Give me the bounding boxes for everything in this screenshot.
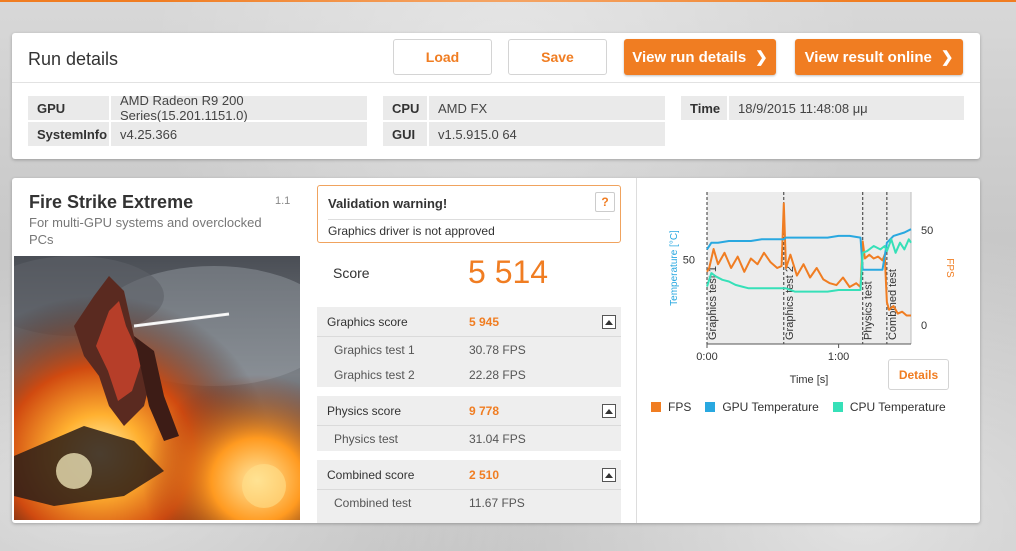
sysinfo-label-cell: SystemInfo xyxy=(28,122,109,146)
test-version: 1.1 xyxy=(275,195,291,207)
section-label: Physics test xyxy=(863,281,875,340)
gpu-label: GPU xyxy=(37,100,66,116)
gui-value: v1.5.915.0 64 xyxy=(438,126,517,142)
graphics-test-2-value: 22.28 FPS xyxy=(469,368,526,382)
chevron-right-icon: ❯ xyxy=(755,49,768,66)
x-axis-label: Time [s] xyxy=(790,374,829,386)
list-item: Graphics test 2 22.28 FPS xyxy=(317,362,621,387)
monitoring-chart-area: Graphics test 1 Graphics test 2 Physics te… xyxy=(636,178,980,523)
artwork-illustration xyxy=(14,256,300,520)
physics-score-section: Physics score 9 778 Physics test 31.04 F… xyxy=(317,396,621,451)
score-box: Score 5 514 xyxy=(317,250,621,298)
sysinfo-value-cell: v4.25.366 xyxy=(111,122,367,146)
validation-warning-box: Validation warning! ? Graphics driver is… xyxy=(317,185,621,243)
load-button[interactable]: Load xyxy=(393,39,492,75)
graphics-score-header: Graphics score 5 945 xyxy=(317,307,621,337)
test-name: Fire Strike Extreme xyxy=(29,192,194,212)
run-details-title: Run details xyxy=(28,49,119,69)
validation-message: Graphics driver is not approved xyxy=(328,224,495,238)
gpu-label-cell: GPU xyxy=(28,96,109,120)
collapse-graphics-button[interactable] xyxy=(602,315,616,329)
list-item: Physics test 31.04 FPS xyxy=(317,426,621,451)
cpu-temperature-swatch xyxy=(832,402,843,412)
section-label: Combined test xyxy=(887,269,899,340)
graphics-score-label: Graphics score xyxy=(327,315,408,329)
view-result-online-button[interactable]: View result online ❯ xyxy=(795,39,963,75)
graphics-test-2-label: Graphics test 2 xyxy=(334,368,415,382)
time-label: Time xyxy=(690,100,721,116)
save-button[interactable]: Save xyxy=(508,39,607,75)
gui-value-cell: v1.5.915.0 64 xyxy=(429,122,665,146)
gpu-value-cell: AMD Radeon R9 200 Series(15.201.1151.0) xyxy=(111,93,367,123)
gpu-temperature-swatch xyxy=(705,402,716,412)
test-artwork-image xyxy=(14,256,300,520)
graphics-test-1-label: Graphics test 1 xyxy=(334,343,415,357)
list-item: Combined test 11.67 FPS xyxy=(317,490,621,515)
sysinfo-label: SystemInfo xyxy=(37,126,108,142)
x-tick-label: 0:00 xyxy=(696,351,717,363)
fps-swatch xyxy=(651,402,661,412)
legend-item-gpu-temperature: GPU Temperature xyxy=(705,400,819,414)
legend-item-fps: FPS xyxy=(651,400,691,414)
combined-score-section: Combined score 2 510 Combined test 11.67… xyxy=(317,460,621,523)
combined-score-value: 2 510 xyxy=(469,468,500,482)
combined-test-label: Combined test xyxy=(334,496,412,510)
combined-test-value: 11.67 FPS xyxy=(469,496,525,510)
graphics-test-1-value: 30.78 FPS xyxy=(469,343,526,357)
run-details-panel: Run details Load Save View run details ❯… xyxy=(12,33,980,159)
divider xyxy=(328,219,610,220)
physics-score-value: 9 778 xyxy=(469,404,500,418)
score-label: Score xyxy=(333,265,370,281)
y-left-tick-label: 50 xyxy=(683,255,695,267)
legend-item-cpu-temperature: CPU Temperature xyxy=(832,400,946,414)
cpu-label: CPU xyxy=(392,100,420,116)
physics-score-header: Physics score 9 778 xyxy=(317,396,621,426)
physics-test-value: 31.04 FPS xyxy=(469,432,526,446)
validation-title: Validation warning! xyxy=(328,196,448,211)
result-panel: Fire Strike Extreme 1.1 For multi-GPU sy… xyxy=(12,178,980,523)
gpu-value: AMD Radeon R9 200 Series(15.201.1151.0) xyxy=(120,93,248,123)
cpu-label-cell: CPU xyxy=(383,96,427,120)
time-label-cell: Time xyxy=(681,96,727,120)
chart-plot-background xyxy=(707,192,911,344)
y-right-tick-label: 0 xyxy=(921,320,927,332)
collapse-up-icon xyxy=(605,319,613,325)
y-right-tick-label: 50 xyxy=(921,225,933,237)
physics-test-label: Physics test xyxy=(334,432,399,446)
cpu-value-cell: AMD FX xyxy=(429,96,665,120)
chart-legend: FPS GPU Temperature CPU Temperature xyxy=(651,400,960,414)
graphics-score-section: Graphics score 5 945 Graphics test 1 30.… xyxy=(317,307,621,387)
gui-label: GUI xyxy=(392,126,416,142)
section-label: Graphics test 2 xyxy=(784,266,796,340)
time-value-cell: 18/9/2015 11:48:08 μμ xyxy=(729,96,964,120)
help-button[interactable]: ? xyxy=(595,192,615,212)
chevron-right-icon: ❯ xyxy=(940,49,954,66)
collapse-combined-button[interactable] xyxy=(602,468,616,482)
view-run-details-label: View run details xyxy=(632,48,747,66)
list-item: Graphics test 1 30.78 FPS xyxy=(317,337,621,362)
y-left-axis-label: Temperature [°C] xyxy=(669,230,680,306)
collapse-physics-button[interactable] xyxy=(602,404,616,418)
details-button[interactable]: Details xyxy=(888,359,949,390)
score-value: 5 514 xyxy=(468,254,549,290)
combined-score-header: Combined score 2 510 xyxy=(317,460,621,490)
view-result-online-label: View result online xyxy=(804,48,932,66)
combined-score-label: Combined score xyxy=(327,468,415,482)
gui-label-cell: GUI xyxy=(383,122,427,146)
legend-gpu-temperature-label: GPU Temperature xyxy=(722,400,819,414)
legend-cpu-temperature-label: CPU Temperature xyxy=(849,400,946,414)
test-description: For multi-GPU systems and overclocked PC… xyxy=(29,215,262,247)
x-tick-label: 1:00 xyxy=(828,351,849,363)
collapse-up-icon xyxy=(605,408,613,414)
graphics-score-value: 5 945 xyxy=(469,315,500,329)
collapse-up-icon xyxy=(605,472,613,478)
sysinfo-value: v4.25.366 xyxy=(120,126,178,142)
legend-fps-label: FPS xyxy=(668,400,692,414)
y-right-axis-label: FPS xyxy=(944,258,955,278)
view-run-details-button[interactable]: View run details ❯ xyxy=(624,39,776,75)
physics-score-label: Physics score xyxy=(327,404,402,418)
cpu-value: AMD FX xyxy=(438,100,488,116)
time-value: 18/9/2015 11:48:08 μμ xyxy=(738,100,868,116)
divider xyxy=(12,82,980,83)
